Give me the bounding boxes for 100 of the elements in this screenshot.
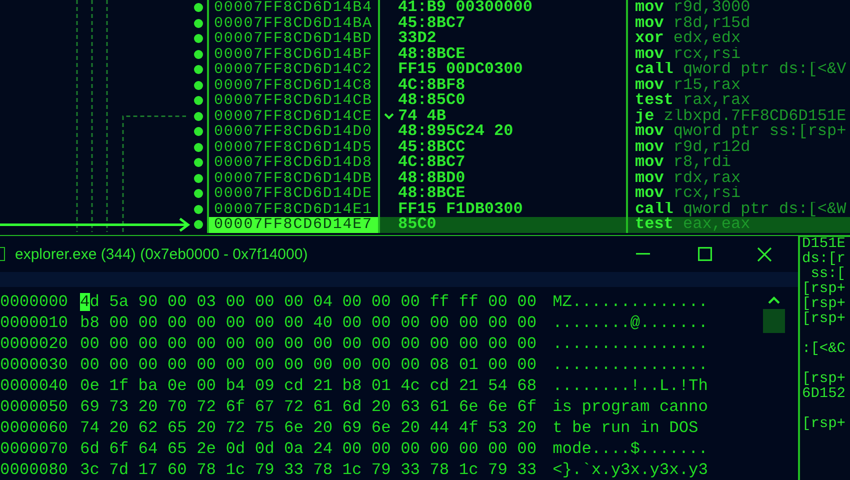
hex-bytes: 6d 6f 64 65 2e 0d 0d 0a 24 00 00 00 00 00 00 00	[80, 440, 537, 458]
mnemonic: mov	[635, 170, 664, 186]
disassembly-fragment: 6D152	[802, 386, 847, 402]
disassembly-fragment: ss:[	[810, 266, 847, 282]
disassembly-fragment: [rsp+	[802, 312, 847, 326]
bytes-cell: 48:8BCE	[398, 186, 466, 202]
hex-bytes: 3c 7d 17 60 78 1c 79 33 78 1c 79 33 78 1c 79 33	[80, 460, 537, 478]
ascii-text: ........@.......	[552, 314, 708, 332]
hex-bytes: 69 73 20 70 72 6f 67 72 61 6d 20 63 61 6e 6e 6f	[80, 398, 537, 416]
row-dot	[194, 158, 203, 168]
bytes-cell: 48:85C0	[398, 93, 466, 108]
ascii-text: ........!..L.!Th	[552, 376, 708, 394]
maximize-icon	[698, 247, 712, 261]
disassembly-fragment: ds:[r	[802, 252, 847, 266]
row-dot	[194, 112, 203, 121]
address-cell[interactable]: 00007FF8CD6D14DE	[207, 186, 380, 202]
offset-cell: 0000030	[0, 356, 68, 374]
scroll-up-icon[interactable]	[768, 295, 780, 305]
hex-bytes: 0e 1f ba 0e 00 b4 09 cd 21 b8 01 4c cd 21 54 68	[80, 376, 537, 394]
operands: rax,rax	[683, 93, 750, 108]
row-dot	[194, 142, 203, 152]
row-dot	[194, 18, 203, 28]
bytes-cell: 4C:8BF8	[398, 78, 466, 93]
mnemonic: mov	[635, 140, 664, 155]
close-icon	[756, 246, 772, 262]
row-dot	[194, 127, 203, 136]
offset-cell: 0000010	[0, 314, 68, 332]
address-cell[interactable]: 00007FF8CD6D14BF	[207, 46, 380, 62]
offset-cell: 0000070	[0, 440, 68, 458]
disassembly-fragment: [rsp+	[802, 296, 847, 312]
ascii-text: ................	[552, 334, 708, 352]
ascii-text: mode....$.......	[552, 440, 708, 458]
scrollbar-thumb[interactable]	[763, 309, 785, 333]
mnemonic: mov	[635, 16, 664, 31]
mnemonic: mov	[635, 155, 664, 170]
bytes-cell: 48:895C24 20	[398, 124, 514, 140]
row-dot	[194, 189, 203, 198]
bytes-cell: 85C0	[398, 217, 436, 232]
bytes-cell: FF15 00DC0300	[398, 62, 523, 78]
mnemonic: mov	[635, 78, 664, 93]
row-dot	[194, 80, 203, 90]
offset-cell: 0000050	[0, 398, 68, 416]
disassembly-fragment: [rsp+	[802, 372, 847, 386]
bytes-cell: FF15 F1DB0300	[398, 202, 523, 217]
address-cell[interactable]: 00007FF8CD6D14E7	[207, 217, 380, 232]
mnemonic: mov	[635, 46, 664, 62]
address-cell[interactable]: 00007FF8CD6D14B4	[207, 0, 380, 16]
ascii-text: ................	[552, 356, 708, 374]
row-dot	[194, 50, 203, 59]
window-title: explorer.exe (344) (0x7eb0000 - 0x7f14000)	[15, 246, 309, 262]
bytes-cell: 74 4B	[398, 108, 446, 124]
hex-bytes: 00 00 00 00 00 00 00 00 00 00 00 00 00 00 00 00	[80, 334, 537, 352]
minimize-icon	[636, 253, 650, 255]
address-cell[interactable]: 00007FF8CD6D14C2	[207, 62, 380, 78]
row-dot	[194, 174, 203, 183]
ascii-text: <}.`x.y3x.y3x.y3	[552, 460, 708, 478]
offset-cell: 0000080	[0, 460, 68, 478]
offset-cell: 0000000	[0, 292, 68, 310]
address-cell[interactable]: 00007FF8CD6D14BA	[207, 16, 380, 31]
row-dot	[194, 96, 203, 106]
mnemonic: mov	[635, 124, 664, 140]
hex-bytes: 74 20 62 65 20 72 75 6e 20 69 6e 20 44 4f 53 20	[80, 418, 537, 436]
hex-bytes: 00 00 00 00 00 00 00 00 00 00 00 00 08 01 00 00	[80, 356, 537, 374]
address-cell[interactable]: 00007FF8CD6D14CE	[207, 108, 380, 124]
row-dot	[194, 65, 203, 74]
address-cell[interactable]: 00007FF8CD6D14C8	[207, 78, 380, 93]
row-dot	[194, 34, 203, 44]
operands: r15,rax	[673, 78, 741, 93]
bytes-cell: 45:8BC7	[398, 16, 466, 31]
address-cell[interactable]: 00007FF8CD6D14D0	[207, 124, 380, 140]
row-dot	[194, 3, 203, 12]
address-cell[interactable]: 00007FF8CD6D14D5	[207, 140, 380, 155]
row-dot	[194, 220, 203, 230]
offset-cell: 0000020	[0, 334, 68, 352]
offset-cell: 0000040	[0, 376, 68, 394]
bytes-cell: 48:8BD0	[398, 170, 466, 186]
mnemonic: test	[635, 217, 674, 232]
address-cell[interactable]: 00007FF8CD6D14DB	[207, 170, 380, 186]
bytes-cell: 41:B9 00300000	[398, 0, 532, 16]
ascii-text: MZ..............	[552, 292, 708, 310]
disassembly-fragment: D151E	[802, 236, 847, 252]
mnemonic: xor	[635, 31, 664, 46]
ascii-text: is program canno	[552, 398, 708, 416]
address-cell[interactable]: 00007FF8CD6D14CB	[207, 93, 380, 108]
address-cell[interactable]: 00007FF8CD6D14D8	[207, 155, 380, 170]
disassembly-fragment: [rsp+	[802, 282, 847, 296]
ascii-text: t be run in DOS	[552, 418, 700, 436]
row-dot	[194, 204, 203, 214]
operands: eax,eax	[683, 217, 750, 232]
offset-cell: 0000060	[0, 418, 68, 436]
bytes-cell: 4C:8BC7	[398, 155, 466, 170]
bytes-cell: 33D2	[398, 31, 436, 46]
mnemonic: mov	[635, 0, 664, 16]
mnemonic: mov	[635, 186, 664, 202]
bytes-cell: 48:8BCE	[398, 46, 466, 62]
disassembly-fragment: [rsp+	[802, 416, 847, 432]
hex-bytes: b8 00 00 00 00 00 00 00 40 00 00 00 00 00 00 00	[80, 314, 537, 332]
disassembly-fragment: :[<&C	[802, 342, 847, 356]
mnemonic: test	[635, 93, 674, 108]
address-cell[interactable]: 00007FF8CD6D14BD	[207, 31, 380, 46]
